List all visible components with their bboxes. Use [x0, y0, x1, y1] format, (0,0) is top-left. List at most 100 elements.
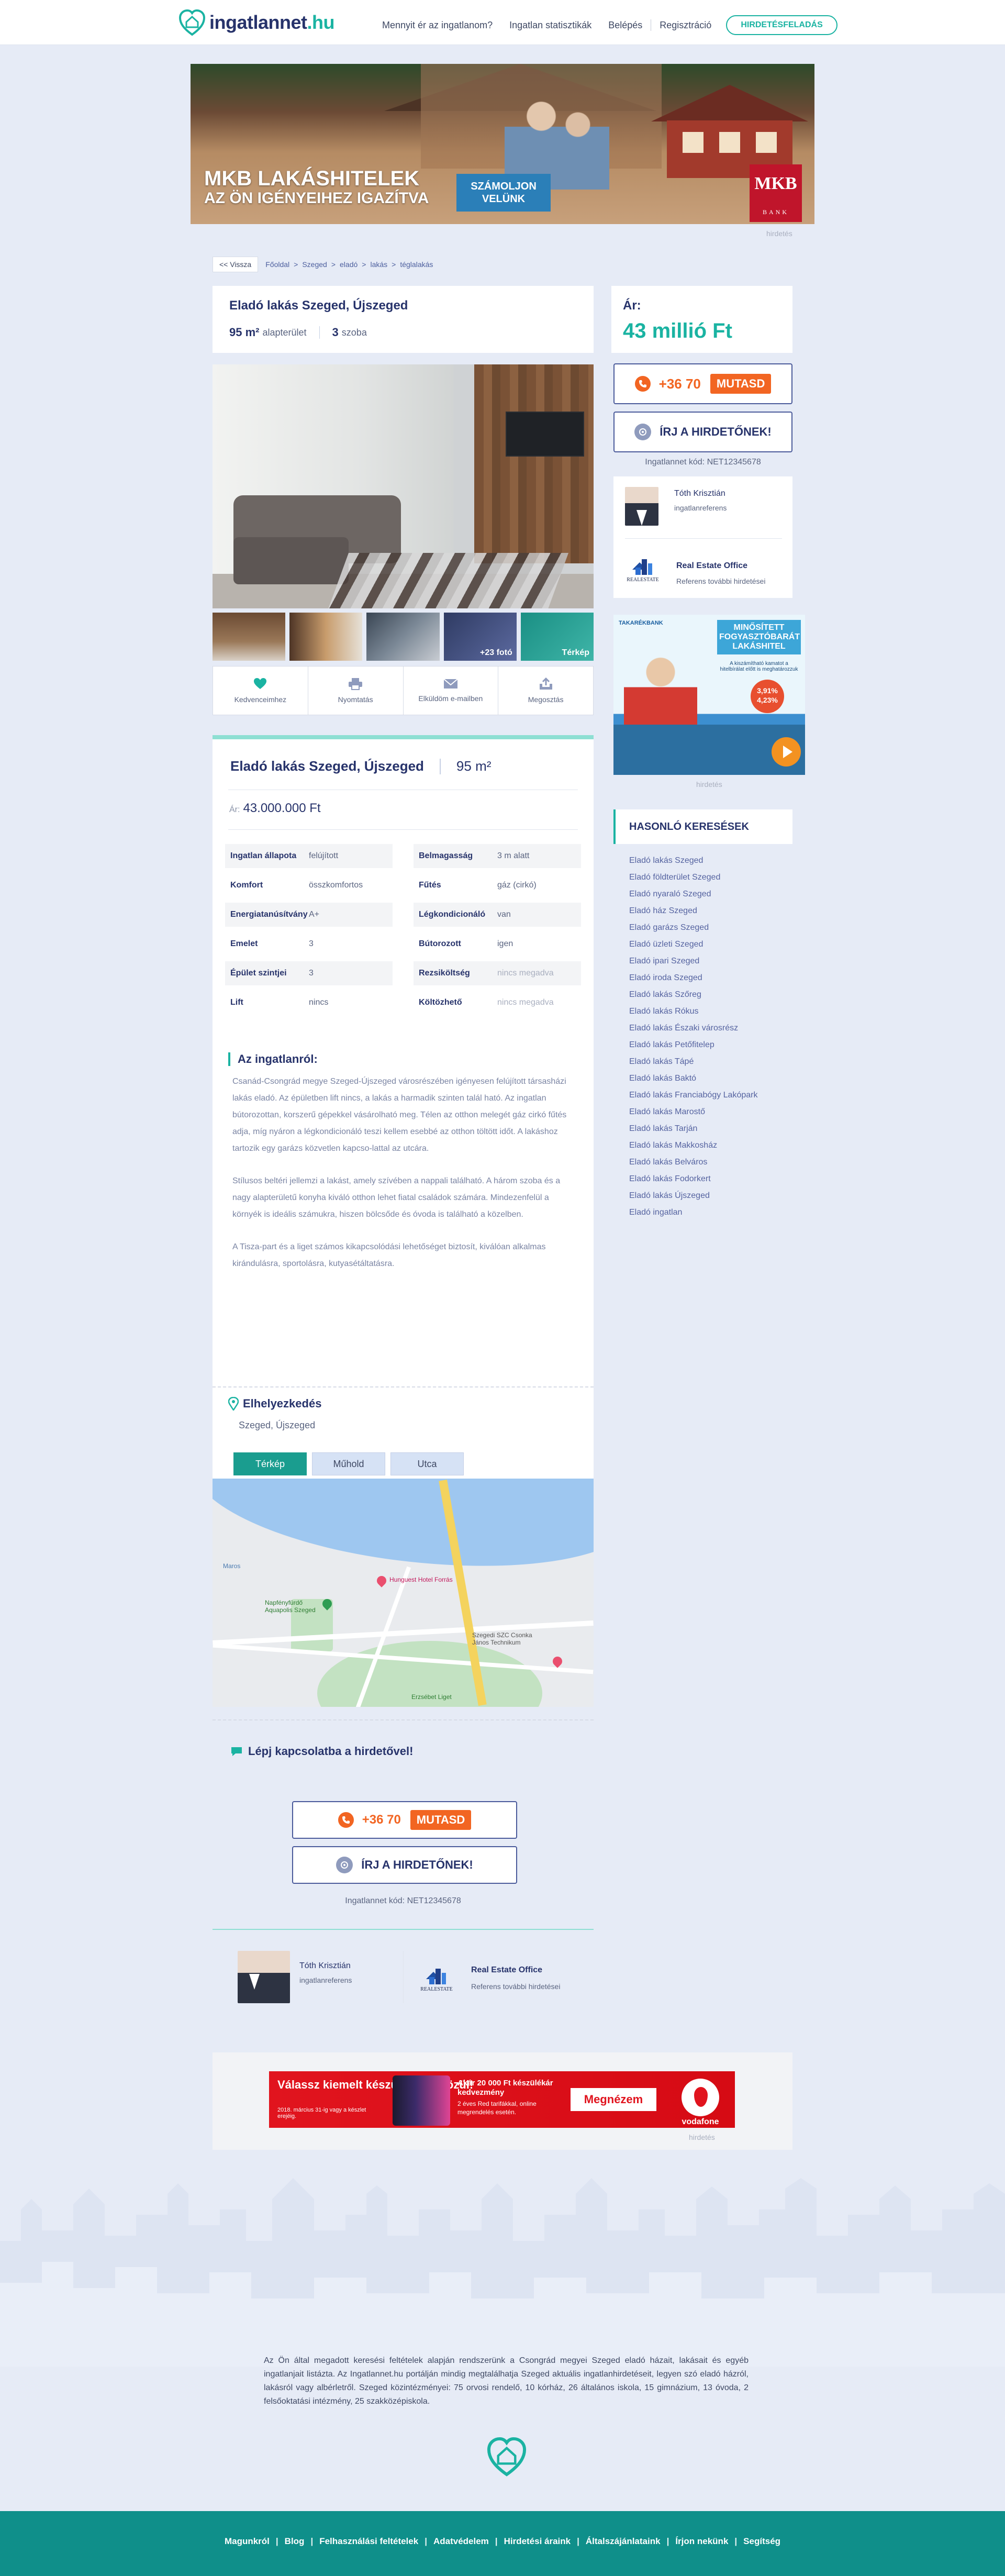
feature-row: Belmagasság 3 m alatt — [414, 844, 581, 868]
crumb-type[interactable]: lakás — [370, 260, 387, 269]
crumb-sale[interactable]: eladó — [340, 260, 358, 269]
write-to-advertiser-button[interactable]: ÍRJ A HIRDETŐNEK! — [613, 412, 792, 452]
agent-name[interactable]: Tóth Krisztián — [674, 489, 725, 498]
play-icon[interactable] — [772, 737, 801, 767]
logo[interactable]: ingatlannet.hu — [178, 8, 335, 37]
similar-search-link[interactable]: Eladó lakás Szőreg — [629, 986, 757, 1003]
similar-search-link[interactable]: Eladó ipari Szeged — [629, 953, 757, 970]
main-photo[interactable] — [213, 364, 594, 608]
agent-avatar[interactable] — [625, 487, 658, 526]
map-label: Napfényfürdő Aquapolis Szeged — [265, 1599, 316, 1614]
similar-search-link[interactable]: Eladó üzleti Szeged — [629, 936, 757, 953]
similar-search-link[interactable]: Eladó lakás Franciabógy Lakópark — [629, 1087, 757, 1104]
similar-search-link[interactable]: Eladó ház Szeged — [629, 903, 757, 919]
hotel-pin-icon[interactable] — [375, 1574, 388, 1587]
write-to-advertiser-button[interactable]: ÍRJ A HIRDETŐNEK! — [292, 1846, 517, 1884]
similar-search-link[interactable]: Eladó lakás Szeged — [629, 852, 757, 869]
thumbnail[interactable] — [213, 613, 286, 661]
office-name[interactable]: Real Estate Office — [471, 1966, 542, 1975]
similar-search-link[interactable]: Eladó nyaraló Szeged — [629, 886, 757, 903]
thumbnail[interactable] — [289, 613, 363, 661]
office-name[interactable]: Real Estate Office — [676, 561, 747, 571]
similar-search-link[interactable]: Eladó iroda Szeged — [629, 970, 757, 986]
feature-key: Komfort — [230, 881, 263, 890]
office-listings-link[interactable]: Referens további hirdetései — [676, 577, 765, 585]
similar-search-link[interactable]: Eladó lakás Rókus — [629, 1003, 757, 1020]
map-thumbnail[interactable]: Térkép — [520, 613, 594, 661]
agent-avatar[interactable] — [238, 1951, 290, 2003]
email-button[interactable]: Elküldöm e-mailben — [404, 667, 499, 715]
footer-link[interactable]: Blog — [285, 2536, 305, 2546]
banner-cta-button[interactable]: SZÁMOLJON VELÜNK — [456, 174, 551, 212]
crumb-subtype[interactable]: téglalakás — [400, 260, 433, 269]
similar-search-link[interactable]: Eladó lakás Tarján — [629, 1120, 757, 1137]
price-card: Ár: 43 millió Ft — [611, 286, 792, 353]
footer-link[interactable]: Írjon nekünk — [675, 2536, 728, 2546]
crumb-home[interactable]: Főoldal — [265, 260, 289, 269]
divider — [213, 1386, 594, 1387]
price-label: Ár: — [623, 298, 641, 313]
phone-prefix: +36 70 — [658, 375, 701, 392]
nav-register[interactable]: Regisztráció — [651, 20, 720, 31]
similar-search-link[interactable]: Eladó lakás Makkosház — [629, 1137, 757, 1154]
feature-key: Légkondicionáló — [419, 910, 486, 919]
heart-icon — [254, 678, 267, 689]
map-pin-icon[interactable] — [551, 1655, 564, 1668]
tab-satellite[interactable]: Műhold — [312, 1452, 385, 1475]
footer-link[interactable]: Magunkról — [225, 2536, 270, 2546]
top-ad-banner[interactable]: MKB LAKÁSHITELEK AZ ÖN IGÉNYEIHEZ IGAZÍT… — [191, 64, 814, 224]
share-icon — [539, 678, 552, 690]
similar-search-link[interactable]: Eladó garázs Szeged — [629, 919, 757, 936]
house-heart-logo-icon[interactable] — [486, 2436, 528, 2478]
similar-search-link[interactable]: Eladó lakás Fodorkert — [629, 1171, 757, 1187]
similar-search-link[interactable]: Eladó földterület Szeged — [629, 869, 757, 886]
nav-valuation[interactable]: Mennyit ér az ingatlanom? — [374, 20, 501, 31]
crumb-city[interactable]: Szeged — [302, 260, 327, 269]
location-map[interactable]: Hunguest Hotel Forrás Napfényfürdő Aquap… — [213, 1479, 594, 1707]
side-ad-headline: MINŐSÍTETT FOGYASZTÓBARÁT LAKÁSHITEL — [717, 620, 801, 654]
agent-role: ingatlanreferens — [674, 504, 727, 512]
footer-link[interactable]: Általszájánlataink — [586, 2536, 661, 2546]
similar-search-link[interactable]: Eladó lakás Újszeged — [629, 1187, 757, 1204]
tab-map[interactable]: Térkép — [233, 1452, 307, 1475]
similar-search-link[interactable]: Eladó lakás Petőfitelep — [629, 1037, 757, 1053]
bottom-ad-button[interactable]: Megnézem — [571, 2088, 656, 2111]
bottom-ad-banner[interactable]: Válassz kiemelt készülékeink közül! 2018… — [269, 2071, 735, 2128]
similar-search-link[interactable]: Eladó lakás Belváros — [629, 1154, 757, 1171]
divider — [625, 538, 782, 539]
office-listings-link[interactable]: Referens további hirdetései — [471, 1982, 560, 1991]
similar-search-link[interactable]: Eladó lakás Marostő — [629, 1104, 757, 1120]
nav-statistics[interactable]: Ingatlan statisztikák — [501, 20, 600, 31]
phone-icon — [634, 376, 651, 392]
show-phone-button[interactable]: +36 70 MUTASD — [613, 363, 792, 404]
more-photos-thumbnail[interactable]: +23 fotó — [443, 613, 517, 661]
share-button[interactable]: Megosztás — [498, 667, 593, 715]
similar-search-link[interactable]: Eladó ingatlan — [629, 1204, 757, 1221]
city-skyline-illustration — [0, 2178, 1005, 2367]
footer-link[interactable]: Adatvédelem — [433, 2536, 489, 2546]
bottom-ad-small: 2018. március 31-ig vagy a készlet erejé… — [277, 2107, 366, 2119]
feature-row: Fűtés gáz (cirkó) — [414, 873, 581, 897]
favorite-button[interactable]: Kedvenceimhez — [213, 667, 308, 715]
similar-search-link[interactable]: Eladó lakás Tápé — [629, 1053, 757, 1070]
about-section: Az ingatlanról: Csanád-Csongrád megye Sz… — [228, 1052, 577, 1288]
side-ad-banner[interactable]: TAKARÉKBANK MINŐSÍTETT FOGYASZTÓBARÁT LA… — [613, 615, 805, 775]
footer-link[interactable]: Hirdetési áraink — [504, 2536, 571, 2546]
footer-link[interactable]: Felhasználási feltételek — [319, 2536, 418, 2546]
agent-name[interactable]: Tóth Krisztián — [299, 1961, 351, 1971]
nav-login[interactable]: Belépés — [600, 20, 651, 31]
thumbnail[interactable] — [366, 613, 440, 661]
similar-search-link[interactable]: Eladó lakás Baktó — [629, 1070, 757, 1087]
feature-row: Rezsiköltség nincs megadva — [414, 961, 581, 985]
show-phone-button[interactable]: +36 70 MUTASD — [292, 1801, 517, 1839]
similar-search-link[interactable]: Eladó lakás Északi városrész — [629, 1020, 757, 1037]
bottom-ad-container: Válassz kiemelt készülékeink közül! 2018… — [213, 2052, 792, 2150]
footer-link[interactable]: Segítség — [743, 2536, 780, 2546]
tab-street[interactable]: Utca — [390, 1452, 464, 1475]
feature-value: 3 — [309, 939, 314, 948]
post-ad-button[interactable]: HIRDETÉSFELADÁS — [726, 15, 838, 35]
feature-row: Energiatanúsítvány A+ — [225, 903, 393, 927]
print-button[interactable]: Nyomtatás — [308, 667, 404, 715]
back-button[interactable]: << Vissza — [213, 257, 259, 272]
divider — [403, 1951, 404, 2003]
